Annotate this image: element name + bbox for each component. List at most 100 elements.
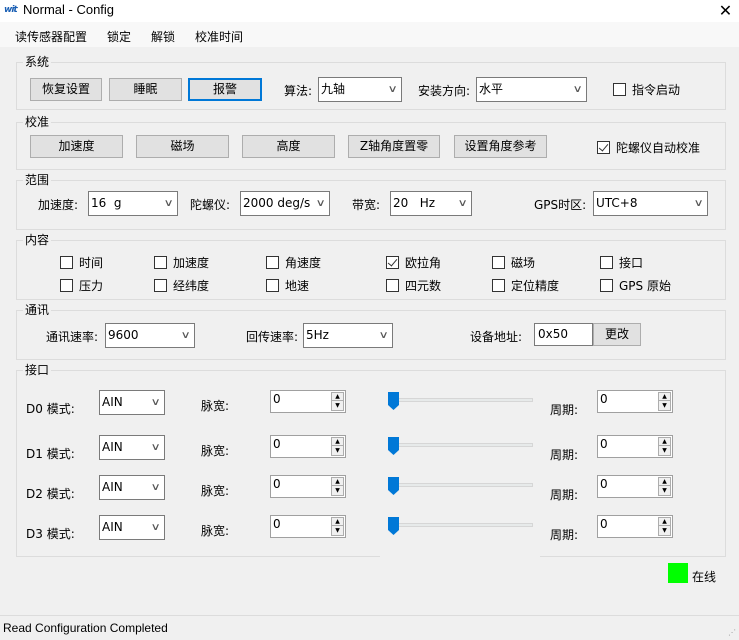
gyro-range-select[interactable]: 2000 deg/s ∨: [240, 191, 330, 216]
spin-down-icon[interactable]: ▼: [659, 527, 670, 535]
calibration-group-title: 校准: [23, 115, 52, 129]
spin-down-icon[interactable]: ▼: [659, 447, 670, 455]
content-checkbox[interactable]: 角速度: [266, 254, 321, 270]
z-axis-zero-button[interactable]: Z轴角度置零: [348, 135, 440, 158]
slider-thumb[interactable]: [388, 437, 399, 455]
pulse-width-spinner[interactable]: 0 ▲ ▼: [270, 475, 346, 498]
content-checkbox[interactable]: 磁场: [492, 254, 536, 270]
content-checkbox[interactable]: 欧拉角: [386, 254, 442, 270]
spinner-arrows: ▲ ▼: [331, 517, 344, 536]
port-mode-select[interactable]: AIN ∨: [99, 475, 165, 500]
sleep-button[interactable]: 睡眠: [109, 78, 182, 101]
chevron-down-icon: ∨: [163, 198, 174, 209]
period-spinner[interactable]: 0 ▲ ▼: [597, 435, 673, 458]
change-address-button[interactable]: 更改: [593, 323, 641, 346]
spin-up-icon[interactable]: ▲: [332, 438, 343, 446]
spin-up-icon[interactable]: ▲: [659, 438, 670, 446]
menu-read-config[interactable]: 读传感器配置: [15, 28, 87, 45]
baud-rate-select[interactable]: 9600 ∨: [105, 323, 195, 348]
slider-thumb[interactable]: [388, 517, 399, 535]
period-spinner[interactable]: 0 ▲ ▼: [597, 475, 673, 498]
content-checkbox[interactable]: 压力: [60, 277, 104, 293]
content-checkbox-label: 欧拉角: [405, 256, 442, 270]
spin-up-icon[interactable]: ▲: [332, 478, 343, 486]
period-value: 0: [600, 437, 608, 451]
spin-up-icon[interactable]: ▲: [659, 478, 670, 486]
content-checkbox[interactable]: 地速: [266, 277, 309, 293]
close-button[interactable]: ✕: [712, 0, 739, 22]
period-spinner[interactable]: 0 ▲ ▼: [597, 515, 673, 538]
slider-track: [388, 398, 533, 402]
port-mode-label: D0 模式:: [26, 402, 75, 416]
gyro-auto-calibrate-label: 陀螺仪自动校准: [616, 141, 701, 155]
port-mode-value: AIN: [102, 520, 123, 534]
orientation-select[interactable]: 水平 ∨: [476, 77, 587, 102]
checkbox-icon: [60, 279, 73, 292]
period-value: 0: [600, 517, 608, 531]
spin-down-icon[interactable]: ▼: [332, 487, 343, 495]
spin-down-icon[interactable]: ▼: [332, 527, 343, 535]
spin-up-icon[interactable]: ▲: [332, 518, 343, 526]
gps-timezone-select[interactable]: UTC+8 ∨: [593, 191, 708, 216]
spinner-arrows: ▲ ▼: [331, 392, 344, 411]
content-checkbox[interactable]: 加速度: [154, 254, 209, 270]
content-checkbox[interactable]: 经纬度: [154, 277, 210, 293]
pwm-slider[interactable]: [388, 437, 533, 457]
content-checkbox[interactable]: 四元数: [386, 277, 442, 293]
spin-up-icon[interactable]: ▲: [332, 393, 343, 401]
port-mode-select[interactable]: AIN ∨: [99, 515, 165, 540]
baud-rate-label: 通讯速率:: [46, 330, 99, 344]
content-checkbox[interactable]: 定位精度: [492, 277, 559, 293]
restore-settings-button[interactable]: 恢复设置: [30, 78, 102, 101]
calibrate-height-button[interactable]: 高度: [242, 135, 335, 158]
pulse-width-value: 0: [273, 392, 281, 406]
pwm-slider[interactable]: [388, 392, 533, 412]
spin-down-icon[interactable]: ▼: [332, 447, 343, 455]
device-address-input[interactable]: 0x50: [534, 323, 593, 346]
alarm-button[interactable]: 报警: [188, 78, 262, 101]
gyro-auto-calibrate-checkbox[interactable]: 陀螺仪自动校准: [597, 139, 701, 155]
resize-grip-icon[interactable]: ⋰: [728, 628, 736, 637]
content-checkbox-label: 压力: [79, 279, 104, 293]
calibrate-mag-button[interactable]: 磁场: [136, 135, 229, 158]
slider-track: [388, 443, 533, 447]
set-angle-reference-button[interactable]: 设置角度参考: [454, 135, 547, 158]
content-checkbox-label: 四元数: [405, 279, 442, 293]
spin-up-icon[interactable]: ▲: [659, 518, 670, 526]
content-checkbox-label: 经纬度: [173, 279, 210, 293]
pulse-width-spinner[interactable]: 0 ▲ ▼: [270, 515, 346, 538]
period-spinner[interactable]: 0 ▲ ▼: [597, 390, 673, 413]
cmd-start-checkbox[interactable]: 指令启动: [613, 81, 680, 97]
slider-thumb[interactable]: [388, 392, 399, 410]
output-rate-select[interactable]: 5Hz ∨: [303, 323, 393, 348]
accel-range-select[interactable]: 16 g ∨: [88, 191, 178, 216]
menu-lock[interactable]: 锁定: [107, 28, 131, 45]
content-checkbox[interactable]: GPS 原始: [600, 277, 671, 293]
port-mode-select[interactable]: AIN ∨: [99, 390, 165, 415]
content-checkbox-label: 磁场: [511, 256, 536, 270]
content-checkbox[interactable]: 接口: [600, 254, 643, 270]
algorithm-select[interactable]: 九轴 ∨: [318, 77, 402, 102]
slider-thumb[interactable]: [388, 477, 399, 495]
checkbox-icon: [613, 83, 626, 96]
menu-unlock[interactable]: 解锁: [151, 28, 175, 45]
calibrate-accel-button[interactable]: 加速度: [30, 135, 123, 158]
port-mode-label: D3 模式:: [26, 527, 75, 541]
port-mode-select[interactable]: AIN ∨: [99, 435, 165, 460]
checkbox-icon: [386, 256, 399, 269]
spin-down-icon[interactable]: ▼: [659, 402, 670, 410]
pwm-slider[interactable]: [388, 517, 533, 537]
pulse-width-label: 脉宽:: [201, 444, 230, 458]
pwm-slider[interactable]: [388, 477, 533, 497]
pulse-width-value: 0: [273, 477, 281, 491]
spin-down-icon[interactable]: ▼: [659, 487, 670, 495]
menu-calibrate-time[interactable]: 校准时间: [195, 28, 243, 45]
spinner-arrows: ▲ ▼: [658, 437, 671, 456]
content-checkbox[interactable]: 时间: [60, 254, 103, 270]
pulse-width-spinner[interactable]: 0 ▲ ▼: [270, 390, 346, 413]
bandwidth-select[interactable]: 20 Hz ∨: [390, 191, 472, 216]
port-mode-value: AIN: [102, 480, 123, 494]
pulse-width-spinner[interactable]: 0 ▲ ▼: [270, 435, 346, 458]
spin-down-icon[interactable]: ▼: [332, 402, 343, 410]
spin-up-icon[interactable]: ▲: [659, 393, 670, 401]
